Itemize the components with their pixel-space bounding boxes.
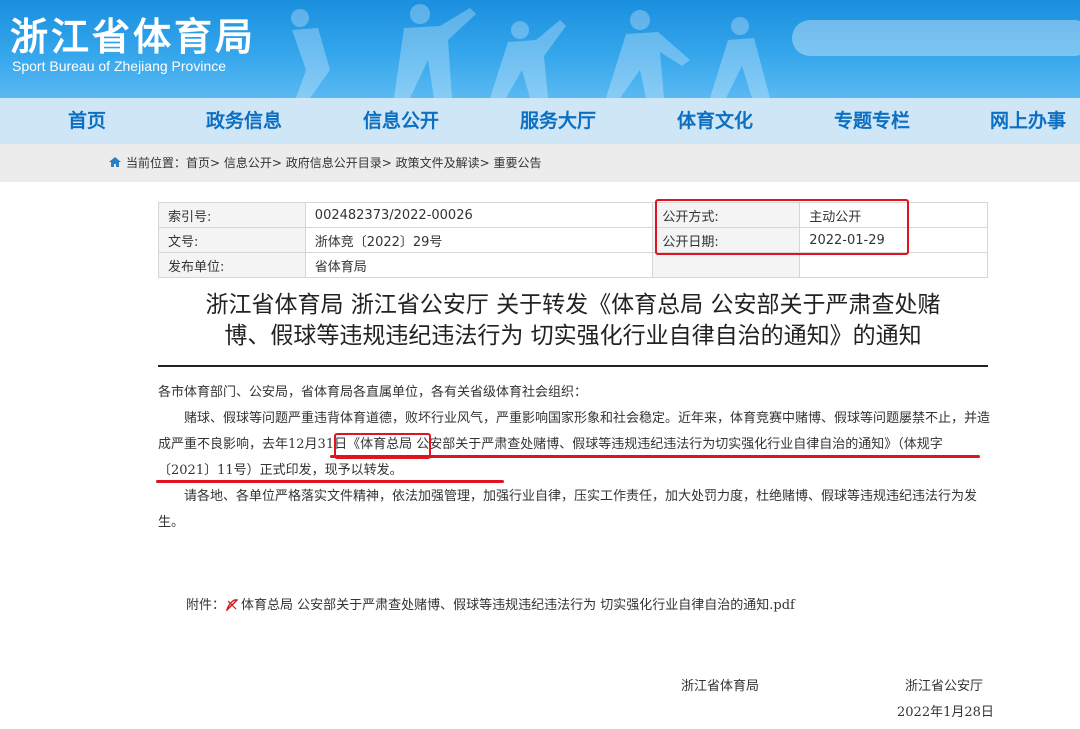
nav-home[interactable]: 首页 [68,98,106,144]
nav-service-hall[interactable]: 服务大厅 [520,98,596,144]
attachment-label: 附件： [186,598,226,613]
meta-index-value: 002482373/2022-00026 [304,202,654,228]
main-nav: 首页 政务信息 信息公开 服务大厅 体育文化 专题专栏 网上办事 [0,98,1080,144]
highlight-underline-1 [330,455,980,458]
signer-public-security: 浙江省公安厅 [905,679,984,694]
document-title-line1: 浙江省体育局 浙江省公安厅 关于转发《体育总局 公安部关于严肃查处赌 [205,292,941,318]
attachment: 附件： 体育总局 公安部关于严肃查处赌博、假球等违规违纪违法行为 切实强化行业自律… [186,594,795,615]
nav-government-info[interactable]: 政务信息 [206,98,282,144]
nav-special-topics[interactable]: 专题专栏 [834,98,910,144]
home-icon [109,157,121,167]
meta-docno-value: 浙体竞〔2022〕29号 [304,227,654,253]
document-body: 各市体育部门、公安局，省体育局各直属单位，各有关省级体育社会组织： 赌球、假球等… [158,380,990,536]
signer-sports-bureau: 浙江省体育局 [681,679,760,694]
nav-online-services[interactable]: 网上办事 [990,98,1066,144]
pdf-icon [225,597,239,615]
highlight-box-disclosure [655,199,909,255]
body-paragraph-2: 请各地、各单位严格落实文件精神，依法加强管理，加强行业自律，压实工作责任，加大处… [158,489,978,530]
sign-date: 2022年1月28日 [897,705,994,720]
body-paragraph-1: 赌球、假球等问题严重违背体育道德，败坏行业风气，严重影响国家形象和社会稳定。近年… [158,411,991,478]
site-title: 浙江省体育局 [10,14,257,59]
nav-sports-culture[interactable]: 体育文化 [677,98,753,144]
breadcrumb-label: 当前位置： [126,156,187,170]
nav-info-disclosure[interactable]: 信息公开 [363,98,439,144]
meta-index-label: 索引号: [158,202,306,228]
breadcrumb: 当前位置：首页> 信息公开> 政府信息公开目录> 政策文件及解读> 重要公告 [0,144,1080,182]
document-title: 浙江省体育局 浙江省公安厅 关于转发《体育总局 公安部关于严肃查处赌 博、假球等… [158,290,988,352]
site-banner: 浙江省体育局 Sport Bureau of Zhejiang Province [0,0,1080,98]
site-subtitle: Sport Bureau of Zhejiang Province [12,58,227,74]
meta-issuer-value: 省体育局 [304,252,654,278]
meta-docno-label: 文号: [158,227,306,253]
salutation: 各市体育部门、公安局，省体育局各直属单位，各有关省级体育社会组织： [158,385,588,400]
document-title-line2: 博、假球等违规违纪违法行为 切实强化行业自律自治的通知》的通知 [224,323,922,349]
breadcrumb-path[interactable]: 首页> 信息公开> 政府信息公开目录> 政策文件及解读> 重要公告 [186,156,541,170]
title-divider [158,365,988,367]
search-pill-decoration [792,20,1080,56]
meta-issuer-label: 发布单位: [158,252,306,278]
highlight-underline-2 [156,480,504,483]
attachment-link[interactable]: 体育总局 公安部关于严肃查处赌博、假球等违规违纪违法行为 切实强化行业自律自治的… [241,598,795,613]
